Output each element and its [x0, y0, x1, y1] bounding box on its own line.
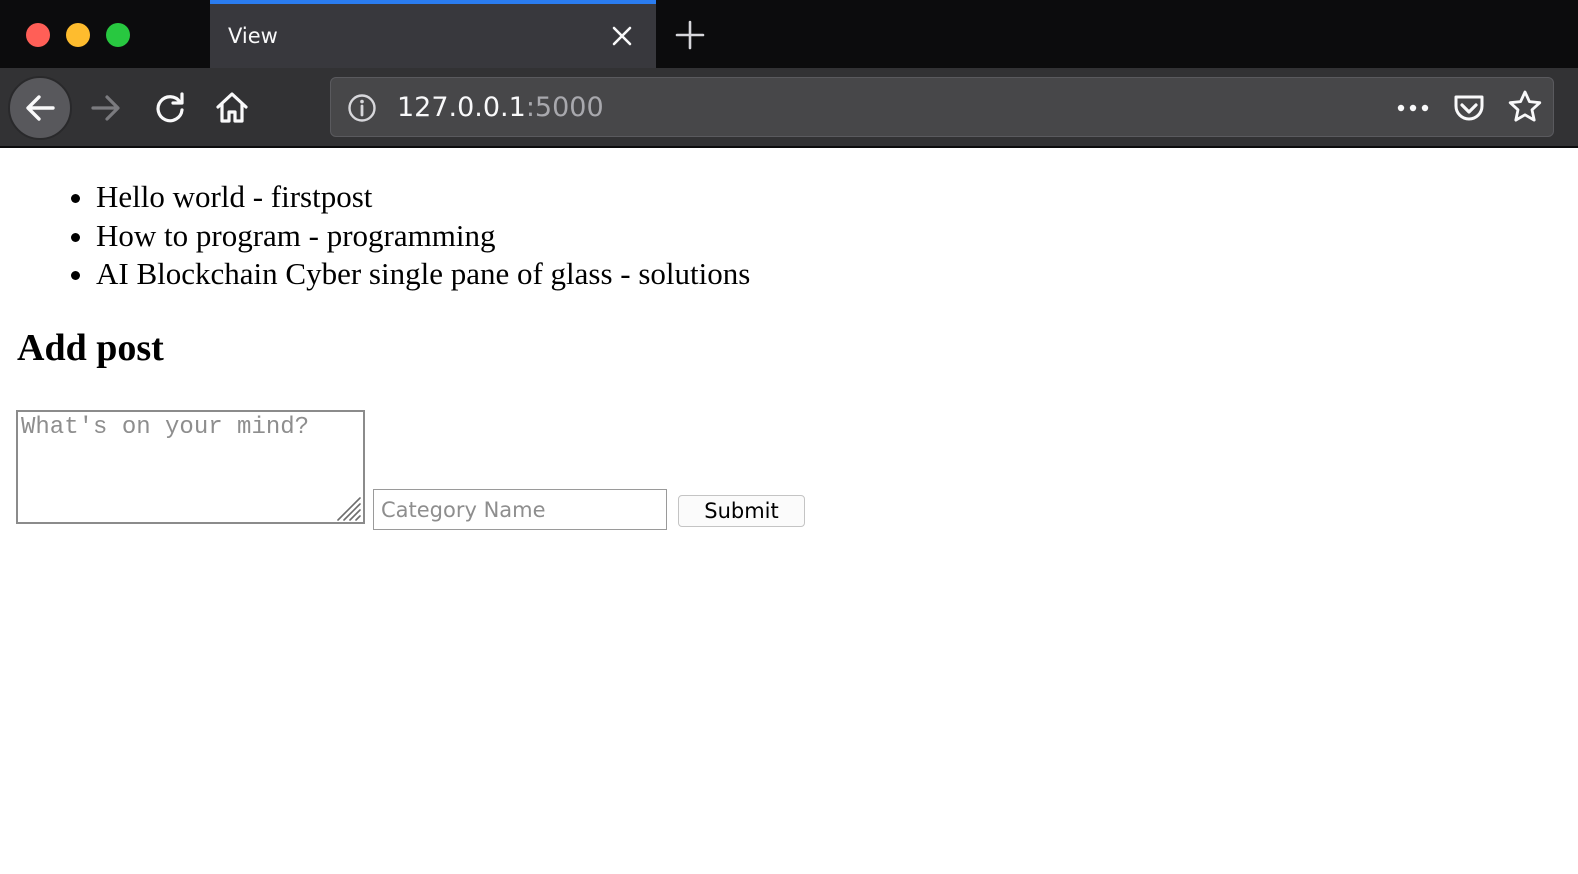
navigation-toolbar: 127.0.0.1:5000 [0, 68, 1578, 148]
page-content: Hello world - firstpost How to program -… [0, 150, 1578, 874]
submit-button[interactable]: Submit [678, 495, 805, 527]
plus-icon[interactable] [673, 18, 707, 52]
forward-button[interactable] [84, 86, 128, 130]
list-item: AI Blockchain Cyber single pane of glass… [96, 255, 750, 294]
home-icon [216, 92, 248, 123]
reload-button[interactable] [148, 86, 192, 130]
url-host: 127.0.0.1 [397, 92, 526, 123]
arrow-left-icon [26, 95, 55, 121]
reload-icon [156, 92, 184, 123]
category-name-input[interactable] [373, 489, 667, 530]
active-tab[interactable]: View [210, 0, 656, 68]
window-close-button[interactable] [26, 23, 50, 47]
window-maximize-button[interactable] [106, 23, 130, 47]
close-icon[interactable] [608, 22, 636, 50]
url-port: :5000 [525, 92, 604, 123]
add-post-heading: Add post [17, 327, 164, 369]
info-icon[interactable] [347, 93, 377, 123]
list-item: Hello world - firstpost [96, 178, 750, 217]
url-text[interactable]: 127.0.0.1:5000 [397, 92, 604, 123]
address-bar[interactable]: 127.0.0.1:5000 [330, 77, 1554, 137]
more-horizontal-icon[interactable] [1395, 94, 1431, 122]
post-message-textarea[interactable] [16, 410, 365, 524]
tab-strip: View [0, 0, 1578, 68]
list-item: How to program - programming [96, 217, 750, 256]
tab-title: View [228, 24, 278, 48]
back-button[interactable] [8, 76, 72, 140]
arrow-right-icon [91, 95, 120, 121]
star-icon[interactable] [1507, 89, 1543, 125]
post-list: Hello world - firstpost How to program -… [96, 178, 750, 294]
window-minimize-button[interactable] [66, 23, 90, 47]
home-button[interactable] [210, 86, 254, 130]
pocket-icon[interactable] [1451, 90, 1487, 126]
